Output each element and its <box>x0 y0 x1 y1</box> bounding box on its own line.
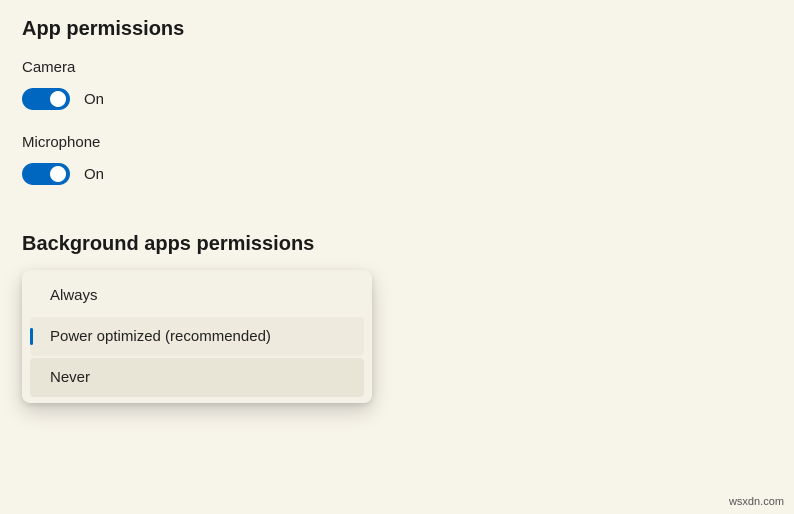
camera-toggle-row: On <box>22 88 772 110</box>
dropdown-option-power-optimized[interactable]: Power optimized (recommended) <box>30 317 364 356</box>
camera-toggle-state: On <box>84 91 104 108</box>
watermark-text: wsxdn.com <box>729 496 784 508</box>
dropdown-option-never[interactable]: Never <box>30 358 364 397</box>
permission-camera: Camera On <box>22 59 772 110</box>
camera-toggle[interactable] <box>22 88 70 110</box>
microphone-toggle-state: On <box>84 166 104 183</box>
camera-label: Camera <box>22 59 772 76</box>
microphone-toggle-row: On <box>22 163 772 185</box>
permission-microphone: Microphone On <box>22 134 772 185</box>
app-permissions-title: App permissions <box>22 18 772 41</box>
microphone-label: Microphone <box>22 134 772 151</box>
dropdown-option-label: Power optimized (recommended) <box>50 328 271 345</box>
dropdown-option-label: Never <box>50 369 90 386</box>
microphone-toggle[interactable] <box>22 163 70 185</box>
background-apps-title: Background apps permissions <box>22 233 772 256</box>
background-apps-dropdown: Always Power optimized (recommended) Nev… <box>22 270 372 403</box>
dropdown-option-label: Always <box>50 287 98 304</box>
dropdown-option-always[interactable]: Always <box>30 276 364 315</box>
